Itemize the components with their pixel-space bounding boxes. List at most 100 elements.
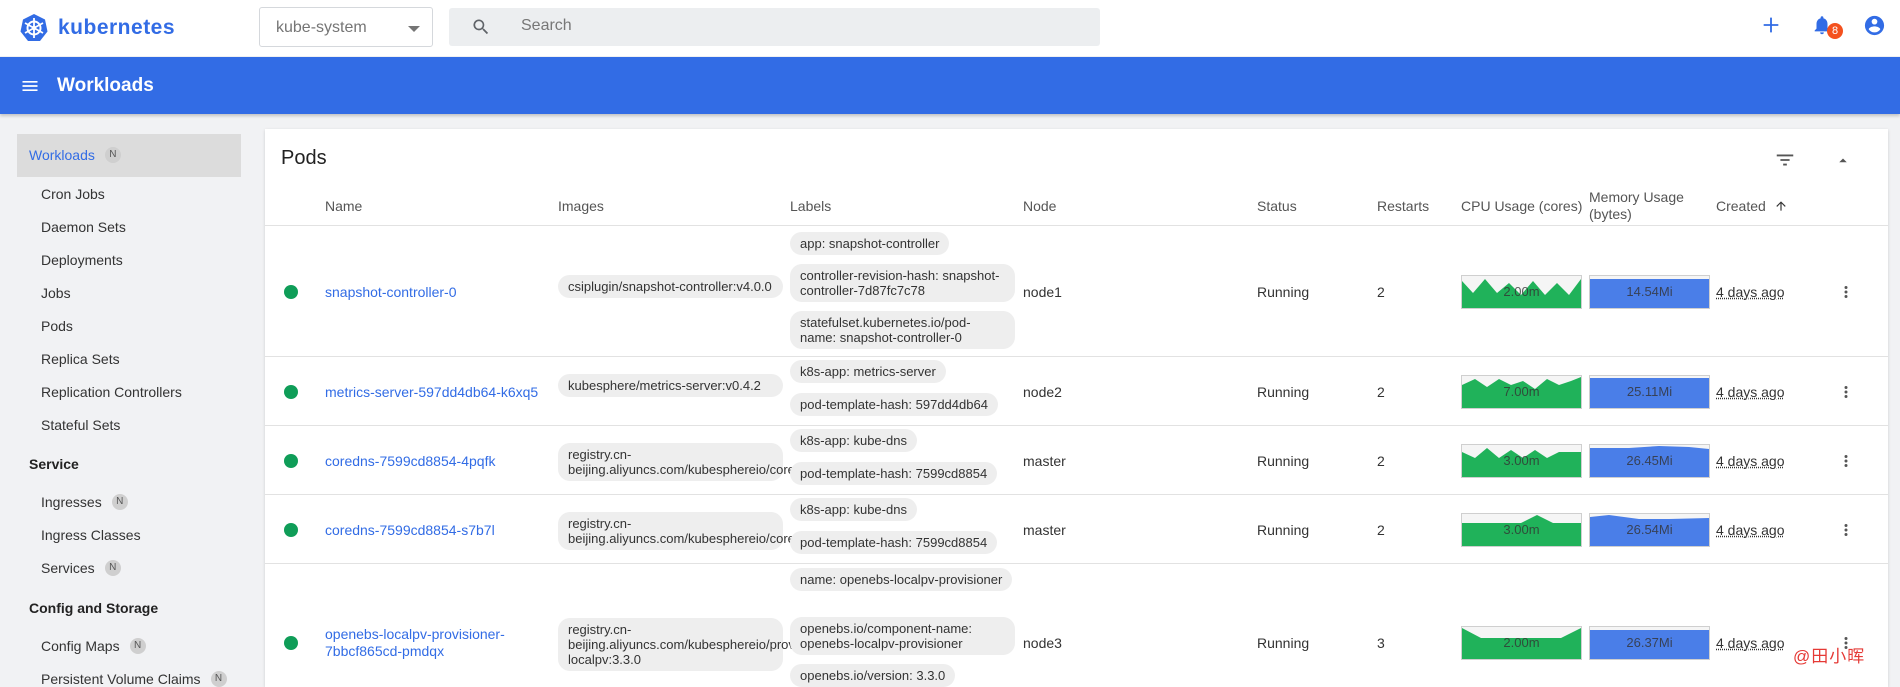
column-header-created[interactable]: Created [1716, 198, 1788, 214]
filter-icon[interactable] [1774, 149, 1796, 171]
label-chip: pod-template-hash: 597dd4db64 [790, 393, 998, 416]
label-chip: pod-template-hash: 7599cd8854 [790, 462, 998, 485]
cpu-sparkline[interactable]: 7.00m [1461, 375, 1582, 414]
cpu-sparkline[interactable]: 3.00m [1461, 513, 1582, 552]
pod-name-link[interactable]: coredns-7599cd8854-s7b7l [325, 522, 495, 539]
cpu-sparkline[interactable]: 2.00m [1461, 275, 1582, 314]
search-input[interactable] [521, 17, 1081, 35]
restarts-cell: 2 [1377, 384, 1385, 400]
cpu-value: 7.00m [1503, 384, 1540, 399]
node-cell: node2 [1023, 384, 1062, 400]
created-cell[interactable]: 4 days ago [1716, 453, 1785, 469]
pod-name-link[interactable]: snapshot-controller-0 [325, 284, 457, 301]
status-running-icon [284, 636, 298, 650]
memory-sparkline[interactable]: 25.11Mi [1589, 375, 1710, 414]
image-chip: kubesphere/metrics-server:v0.4.2 [558, 374, 783, 397]
cpu-value: 3.00m [1503, 453, 1540, 468]
sidebar-item-cron-jobs[interactable]: Cron Jobs [41, 186, 105, 202]
page-title: Workloads [57, 75, 154, 96]
namespaced-badge: N [210, 671, 227, 687]
sidebar-item-config-maps[interactable]: Config Maps N [41, 638, 146, 654]
cpu-value: 2.00m [1503, 635, 1540, 650]
pod-name-link[interactable]: coredns-7599cd8854-4pqfk [325, 453, 495, 470]
label-chip: statefulset.kubernetes.io/pod-name: snap… [790, 311, 1015, 349]
sidebar-item-ingress-classes[interactable]: Ingress Classes [41, 527, 141, 543]
sidebar-item-persistent-volume-claims[interactable]: Persistent Volume Claims N [41, 671, 227, 687]
sidebar-item-deployments[interactable]: Deployments [41, 252, 123, 268]
search-bar[interactable] [449, 8, 1100, 46]
sidebar: Workloads N Cron Jobs Daemon Sets Deploy… [0, 114, 258, 687]
menu-icon[interactable] [20, 76, 40, 96]
node-cell: node1 [1023, 284, 1062, 300]
image-chip: registry.cn-beijing.aliyuncs.com/kubesph… [558, 618, 838, 671]
sidebar-item-label: Services [41, 560, 95, 576]
sidebar-heading-service[interactable]: Service [29, 456, 79, 472]
more-vert-icon[interactable] [1837, 451, 1855, 471]
sidebar-item-workloads-label-row[interactable]: Workloads N [29, 147, 121, 163]
label-chip: openebs.io/component-name: openebs-local… [790, 617, 1015, 655]
pod-name-link[interactable]: metrics-server-597dd4db64-k6xq5 [325, 384, 538, 401]
namespaced-badge: N [104, 560, 121, 576]
status-running-icon [284, 385, 298, 399]
pod-name-link[interactable]: openebs-localpv-provisioner-7bbcf865cd-p… [325, 626, 550, 660]
column-header-created-label: Created [1716, 198, 1766, 214]
memory-sparkline[interactable]: 26.54Mi [1589, 513, 1710, 552]
status-cell: Running [1257, 453, 1310, 469]
sidebar-item-ingresses[interactable]: Ingresses N [41, 494, 128, 510]
label-chip: openebs.io/version: 3.3.0 [790, 664, 956, 687]
created-cell[interactable]: 4 days ago [1716, 635, 1785, 651]
cpu-sparkline[interactable]: 2.00m [1461, 626, 1582, 665]
column-header-images: Images [558, 198, 604, 214]
status-running-icon [284, 454, 298, 468]
more-vert-icon[interactable] [1837, 520, 1855, 540]
sidebar-item-replication-controllers[interactable]: Replication Controllers [41, 384, 182, 400]
column-header-memory: Memory Usage (bytes) [1589, 189, 1684, 222]
created-cell[interactable]: 4 days ago [1716, 284, 1785, 300]
sidebar-heading-config-storage[interactable]: Config and Storage [29, 600, 158, 616]
sidebar-item-label: Config Maps [41, 638, 120, 654]
sidebar-item-jobs[interactable]: Jobs [41, 285, 71, 301]
memory-sparkline[interactable]: 26.37Mi [1589, 626, 1710, 665]
status-cell: Running [1257, 384, 1310, 400]
created-cell[interactable]: 4 days ago [1716, 384, 1785, 400]
sidebar-item-pods[interactable]: Pods [41, 318, 73, 334]
sidebar-item-daemon-sets[interactable]: Daemon Sets [41, 219, 126, 235]
memory-value: 26.54Mi [1626, 522, 1673, 537]
label-chip: k8s-app: kube-dns [790, 498, 917, 521]
node-cell: node3 [1023, 635, 1062, 651]
sidebar-item-services[interactable]: Services N [41, 560, 121, 576]
top-bar: kubernetes kube-system 8 [0, 0, 1900, 56]
image-chip: registry.cn-beijing.aliyuncs.com/kubesph… [558, 512, 848, 550]
row-divider [265, 356, 1888, 357]
account-icon[interactable] [1863, 14, 1886, 37]
namespace-select[interactable]: kube-system [259, 7, 433, 47]
collapse-icon[interactable] [1834, 151, 1852, 169]
namespace-value: kube-system [276, 19, 367, 36]
sidebar-item-label: Ingress Classes [41, 527, 141, 543]
image-chip: csiplugin/snapshot-controller:v4.0.0 [558, 275, 783, 298]
column-header-status: Status [1257, 198, 1297, 214]
chevron-down-icon [408, 26, 420, 32]
label-chip: k8s-app: kube-dns [790, 429, 917, 452]
row-divider [265, 494, 1888, 495]
status-running-icon [284, 285, 298, 299]
arrow-up-icon [1776, 201, 1786, 211]
column-header-name[interactable]: Name [325, 198, 362, 214]
sidebar-item-replica-sets[interactable]: Replica Sets [41, 351, 120, 367]
brand-logo[interactable]: kubernetes [19, 13, 175, 43]
cpu-sparkline[interactable]: 3.00m [1461, 444, 1582, 483]
memory-sparkline[interactable]: 26.45Mi [1589, 444, 1710, 483]
pods-card: Pods Name Images Labels Node Status Rest… [265, 129, 1888, 687]
header-divider [265, 225, 1888, 226]
cpu-value: 3.00m [1503, 522, 1540, 537]
label-chip: pod-template-hash: 7599cd8854 [790, 531, 998, 554]
memory-value: 14.54Mi [1626, 284, 1673, 299]
memory-sparkline[interactable]: 14.54Mi [1589, 275, 1710, 314]
sidebar-item-stateful-sets[interactable]: Stateful Sets [41, 417, 120, 433]
created-cell[interactable]: 4 days ago [1716, 522, 1785, 538]
more-vert-icon[interactable] [1837, 282, 1855, 302]
more-vert-icon[interactable] [1837, 382, 1855, 402]
restarts-cell: 2 [1377, 453, 1385, 469]
plus-icon[interactable] [1760, 14, 1782, 36]
label-chip: name: openebs-localpv-provisioner [790, 568, 1013, 591]
